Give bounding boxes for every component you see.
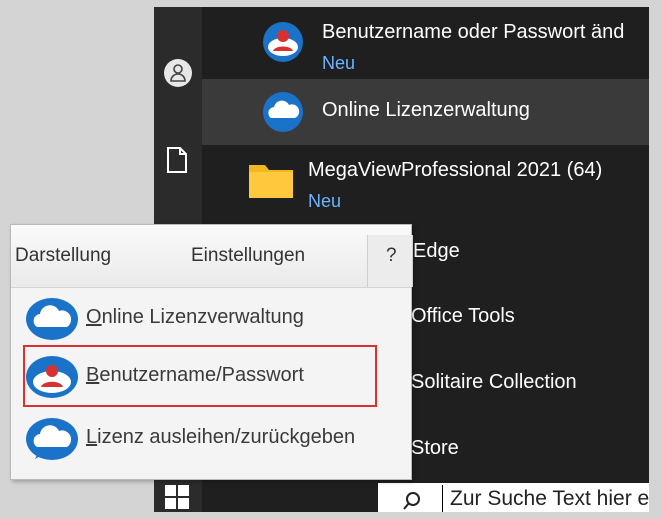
label-text: nline Lizenzverwaltung [101,306,304,328]
search-icon [403,492,420,510]
document-icon[interactable] [166,147,188,178]
user-cloud-icon [263,22,303,62]
user-icon[interactable] [164,59,192,87]
start-item-benutzername[interactable]: Benutzername oder Passwort änd Neu [202,9,649,75]
screenshot-frame: Benutzername oder Passwort änd Neu Onlin… [0,0,662,519]
search-box[interactable]: Zur Suche Text hier eingeben [378,483,649,512]
new-badge: Neu [308,191,342,211]
menu-darstellung[interactable]: Darstellung [15,245,111,267]
menu-item-lizenz-ausleihen[interactable]: Lizenz ausleihen/zurückgeben [11,409,411,471]
start-item-solitaire[interactable]: Solitaire Collection [411,371,577,394]
folder-icon [249,165,293,198]
menu-einstellungen[interactable]: Einstellungen [191,245,305,267]
new-badge: Neu [322,53,356,73]
start-item-edge[interactable]: Edge [413,240,460,263]
menu-help-label: ? [386,245,397,266]
text-caret [442,485,443,512]
accelerator-key: O [86,306,102,328]
start-item-title: Benutzername oder Passwort änd [322,21,625,43]
start-item-title: Online Lizenzerwaltung [322,99,530,121]
start-item-title: MegaViewProfessional 2021 (64) [308,159,603,181]
menu-item-label: Online Lizenzverwaltung [86,306,304,329]
cloud-icon [263,92,303,132]
start-item-online-lizenz[interactable]: Online Lizenzerwaltung [202,79,649,145]
app-menu-popup: Darstellung Einstellungen ? Online Lizen… [10,224,413,480]
windows-icon[interactable] [164,484,190,512]
menu-item-online-lizenzverwaltung[interactable]: Online Lizenzverwaltung [11,289,411,351]
start-item-office-tools[interactable]: Office Tools [411,305,515,328]
cloud-icon [26,418,78,460]
cloud-icon [26,298,78,340]
menu-item-label: Lizenz ausleihen/zurückgeben [86,426,355,449]
menu-help[interactable]: ? [367,235,413,287]
label-text: izenz ausleihen/zurückgeben [97,426,356,448]
start-item-store[interactable]: Store [411,437,459,460]
highlight-box [23,345,377,407]
start-item-megaview[interactable]: MegaViewProfessional 2021 (64) Neu [202,147,649,213]
menu-bar: Darstellung Einstellungen ? [11,225,413,288]
accelerator-key: L [86,426,98,448]
search-input[interactable]: Zur Suche Text hier eingeben [450,487,649,511]
